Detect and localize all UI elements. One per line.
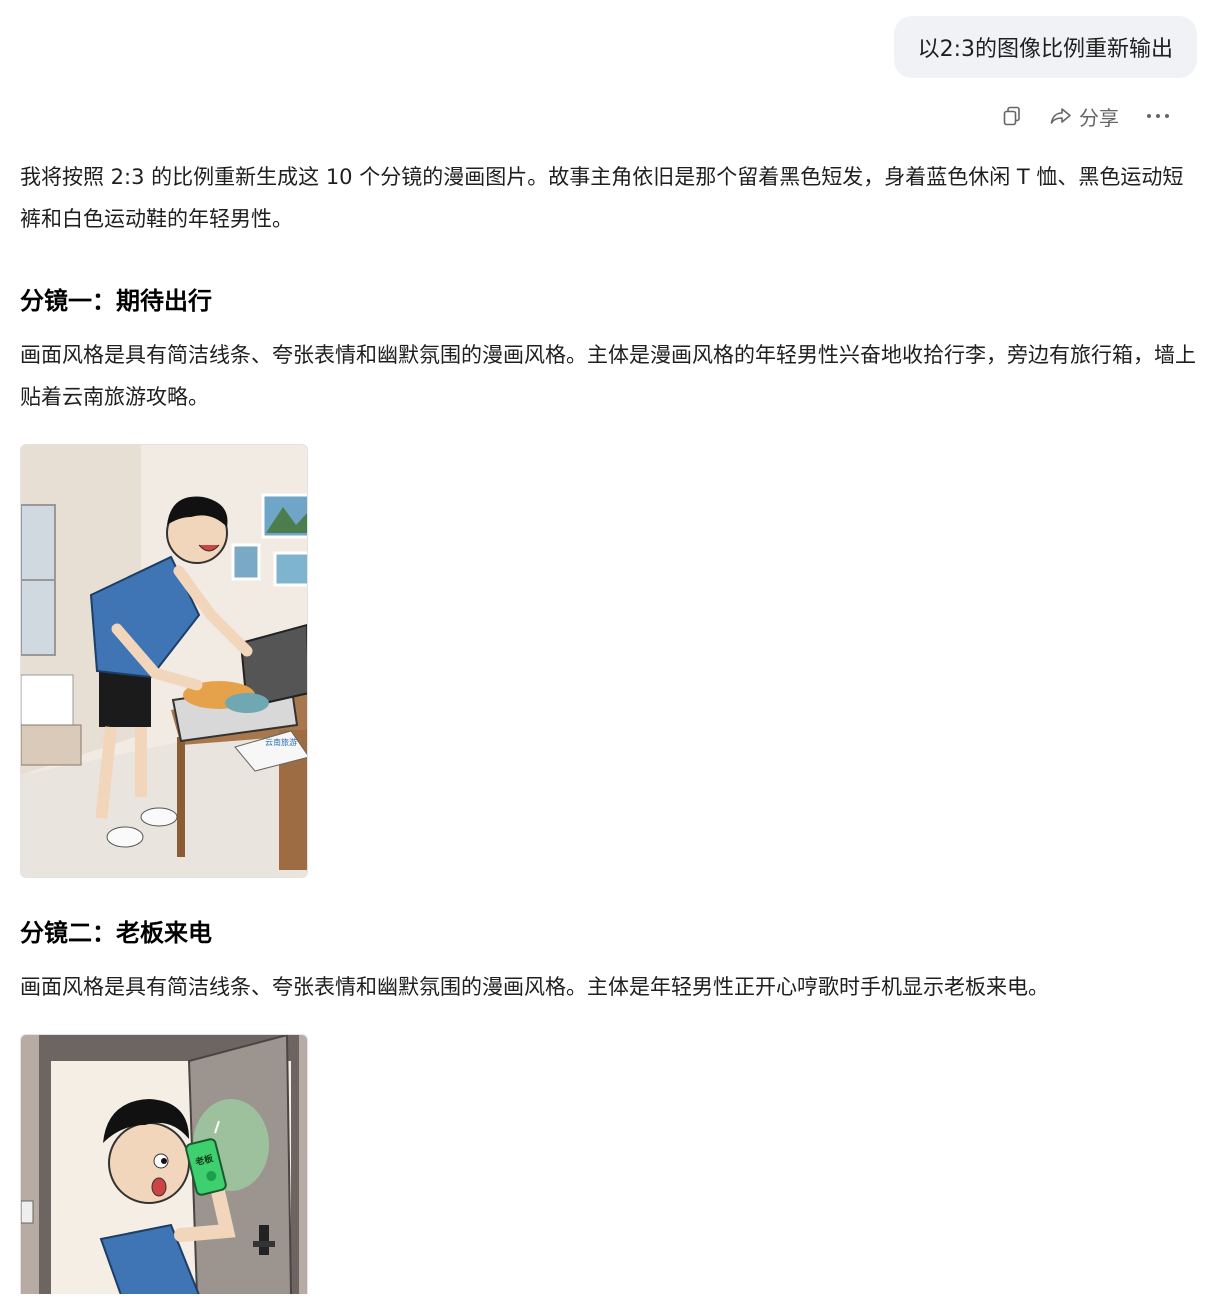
panel-1-heading: 分镜一：期待出行 <box>20 287 212 315</box>
reply-intro: 我将按照 2:3 的比例重新生成这 10 个分镜的漫画图片。故事主角依旧是那个留… <box>20 165 1184 231</box>
guide-text: 云南旅游 <box>265 737 297 747</box>
message-actions: 分享 <box>1001 100 1171 132</box>
more-icon <box>1147 114 1169 118</box>
copy-button[interactable] <box>1001 105 1023 127</box>
share-button[interactable]: 分享 <box>1049 102 1119 131</box>
panel-1-description: 画面风格是具有简洁线条、夸张表情和幽默氛围的漫画风格。主体是漫画风格的年轻男性兴… <box>20 343 1196 409</box>
more-button[interactable] <box>1145 105 1171 127</box>
copy-icon <box>1003 106 1020 126</box>
share-icon <box>1050 108 1071 124</box>
packing-illustration: 云南旅游 <box>21 445 307 877</box>
user-message-text: 以2:3的图像比例重新输出 <box>917 37 1173 62</box>
phone-call-illustration: 老板 <box>21 1035 307 1294</box>
panel-2-heading: 分镜二：老板来电 <box>20 919 212 947</box>
assistant-reply: 我将按照 2:3 的比例重新生成这 10 个分镜的漫画图片。故事主角依旧是那个留… <box>20 156 1200 1294</box>
share-label: 分享 <box>1079 105 1119 130</box>
comic-panel-phone-call-image[interactable]: 老板 <box>20 1034 308 1294</box>
panel-2-description: 画面风格是具有简洁线条、夸张表情和幽默氛围的漫画风格。主体是年轻男性正开心哼歌时… <box>20 975 1049 999</box>
user-message-bubble: 以2:3的图像比例重新输出 <box>893 16 1197 78</box>
comic-panel-packing-image[interactable]: 云南旅游 <box>20 444 308 878</box>
